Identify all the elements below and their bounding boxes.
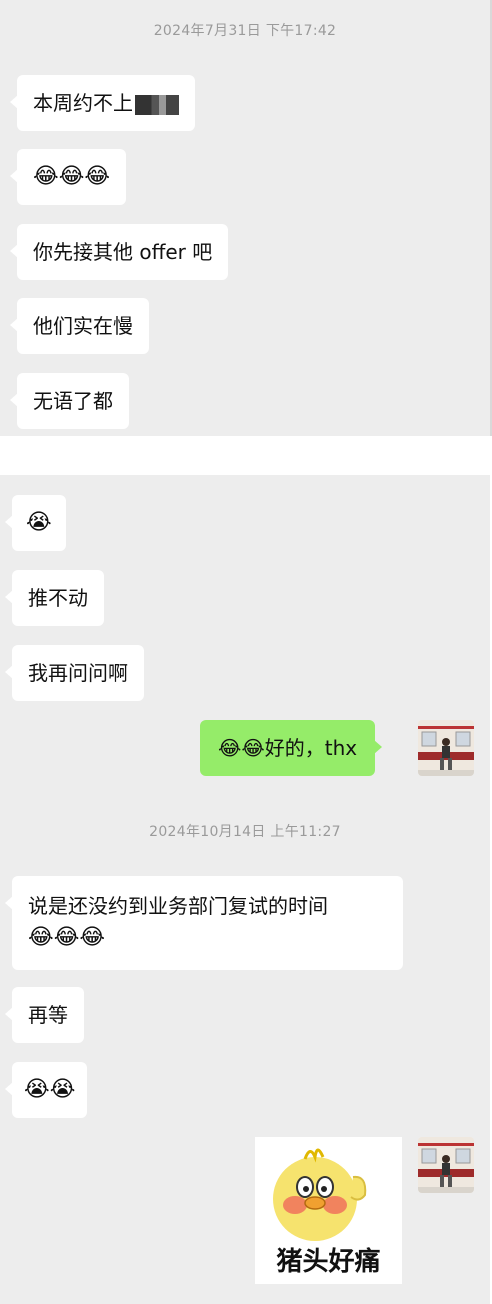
message-bubble[interactable]: 😭😭: [4, 1062, 88, 1118]
message-text: 我再问问啊: [28, 661, 128, 685]
avatar-photo-icon: [418, 720, 474, 776]
message-bubble[interactable]: 本周约不上: [10, 75, 195, 131]
message-text: 😭: [26, 510, 52, 535]
chat-panel-1: 2024年7月31日 下午17:42 本周约不上 😂😂😂 你先接其他 offer…: [0, 0, 492, 436]
message-bubble[interactable]: 再等: [5, 987, 84, 1043]
message-bubble[interactable]: 你先接其他 offer 吧: [9, 224, 229, 280]
message-bubble[interactable]: 我再问问啊: [5, 645, 144, 701]
message-text: 本周约不上: [33, 91, 133, 115]
message-text: 你先接其他 offer 吧: [33, 240, 213, 264]
sticker-message[interactable]: 猪头好痛: [255, 1137, 402, 1284]
my-message-bubble[interactable]: 😂😂好的，thx: [200, 720, 383, 776]
message-bubble[interactable]: 说是还没约到业务部门复试的时间 😂😂😂: [5, 876, 403, 970]
message-text: 😭😭: [24, 1077, 76, 1102]
message-text: 说是还没约到业务部门复试的时间: [28, 894, 328, 918]
message-bubble[interactable]: 😂😂😂: [9, 149, 127, 205]
message-text: 无语了都: [33, 389, 113, 413]
chat-panel-2: 😭 推不动 我再问问啊 😂😂好的，thx 2024年10月14日 上午11:27…: [0, 475, 490, 1304]
timestamp: 2024年10月14日 上午11:27: [149, 824, 341, 840]
message-text: 😂😂好的，thx: [218, 736, 358, 760]
message-text: 他们实在慢: [33, 314, 133, 338]
message-text: 😂😂😂: [33, 164, 111, 189]
redacted-text: [135, 94, 179, 115]
message-text: 再等: [28, 1003, 68, 1027]
message-bubble[interactable]: 推不动: [5, 570, 104, 626]
avatar-photo-icon: [418, 1137, 474, 1193]
user-avatar[interactable]: [418, 720, 474, 776]
duck-sticker-icon: [273, 1148, 367, 1241]
message-bubble[interactable]: 他们实在慢: [10, 298, 149, 354]
sticker-caption: 猪头好痛: [276, 1247, 381, 1277]
user-avatar[interactable]: [418, 1137, 474, 1193]
timestamp: 2024年7月31日 下午17:42: [153, 23, 337, 39]
message-bubble[interactable]: 无语了都: [10, 373, 129, 429]
message-bubble[interactable]: 😭: [5, 495, 66, 551]
message-emoji: 😂😂😂: [28, 925, 106, 950]
message-text: 推不动: [28, 586, 88, 610]
